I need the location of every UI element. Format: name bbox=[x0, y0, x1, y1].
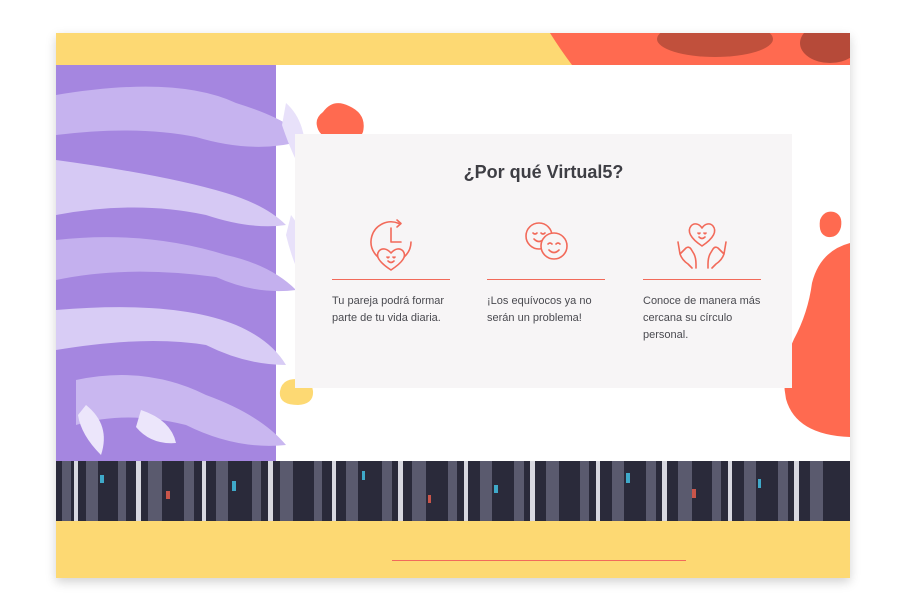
feature-item-misunderstandings: ¡Los equívocos ya no serán un problema! bbox=[487, 212, 605, 327]
glitch-image-band bbox=[56, 461, 850, 521]
hands-artwork bbox=[56, 65, 311, 461]
feature-text: Tu pareja podrá formar parte de tu vida … bbox=[332, 295, 445, 324]
feature-text: ¡Los equívocos ya no serán un problema! bbox=[487, 295, 592, 324]
feature-divider bbox=[487, 279, 605, 280]
feature-item-personal-circle: Conoce de manera más cercana su círculo … bbox=[643, 212, 761, 344]
feature-text: Conoce de manera más cercana su círculo … bbox=[643, 295, 761, 341]
clock-heart-icon bbox=[370, 219, 412, 271]
page-canvas: ¿Por qué Virtual5? Tu pareja podrá forma… bbox=[0, 0, 905, 605]
feature-item-daily-life: Tu pareja podrá formar parte de tu vida … bbox=[332, 212, 450, 327]
bottom-yellow-band bbox=[56, 521, 850, 578]
coral-blob-small bbox=[819, 211, 842, 238]
bottom-accent-line bbox=[392, 560, 686, 561]
smiling-faces-icon bbox=[525, 222, 568, 260]
why-virtual5-card: ¿Por qué Virtual5? Tu pareja podrá forma… bbox=[295, 134, 792, 388]
landing-section-frame: ¿Por qué Virtual5? Tu pareja podrá forma… bbox=[56, 33, 850, 578]
section-title: ¿Por qué Virtual5? bbox=[463, 162, 624, 182]
feature-divider bbox=[332, 279, 450, 280]
feature-divider bbox=[643, 279, 761, 280]
hands-heart-icon bbox=[677, 223, 727, 269]
top-coral-shape bbox=[550, 33, 850, 65]
